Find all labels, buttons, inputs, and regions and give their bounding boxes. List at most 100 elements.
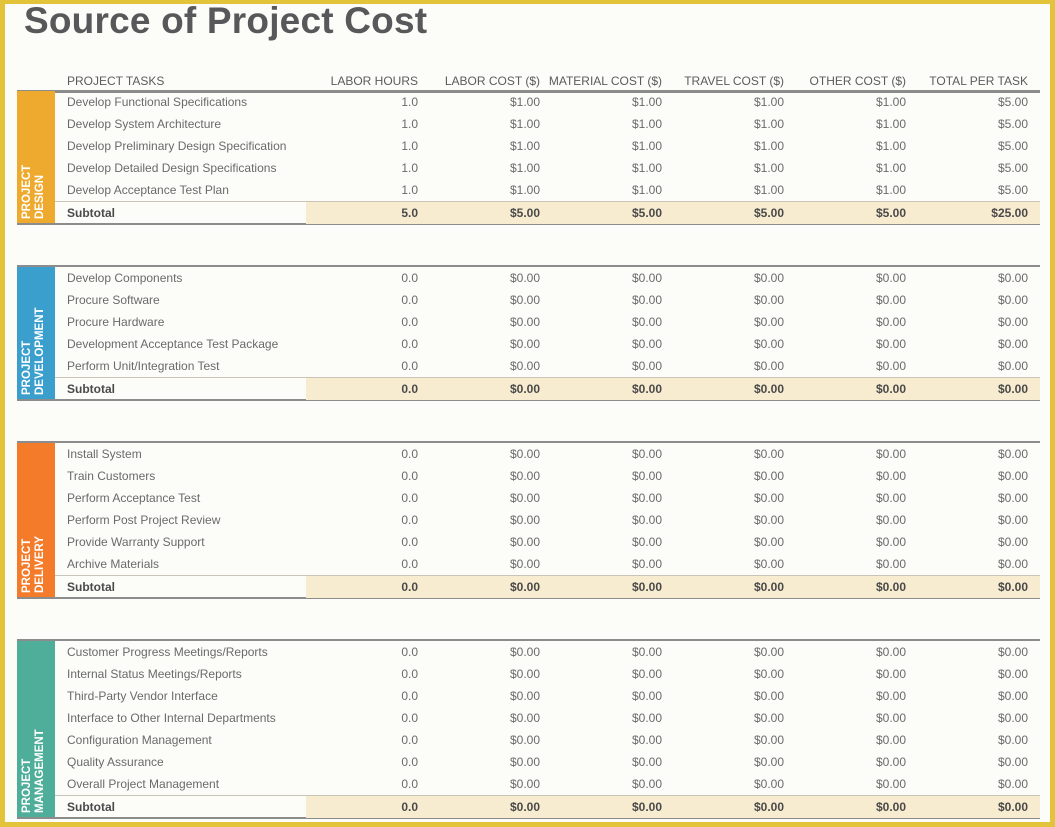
cell-labor-hours[interactable]: 0.0: [401, 711, 418, 725]
cell-labor-cost[interactable]: $0.00: [510, 645, 540, 659]
table-row[interactable]: Procure Hardware 0.0 $0.00 $0.00 $0.00 $0.00 $…: [55, 311, 1040, 333]
cell-labor-hours[interactable]: 0.0: [401, 491, 418, 505]
cell-travel-cost[interactable]: $0.00: [754, 447, 784, 461]
cell-total[interactable]: $0.00: [998, 271, 1028, 285]
cell-labor-hours[interactable]: 0.0: [401, 337, 418, 351]
cell-travel-cost[interactable]: $0.00: [754, 755, 784, 769]
cell-material-cost[interactable]: $1.00: [632, 139, 662, 153]
cell-other-cost[interactable]: $0.00: [876, 469, 906, 483]
cell-labor-hours[interactable]: 1.0: [401, 117, 418, 131]
task-name[interactable]: Configuration Management: [67, 733, 212, 747]
cell-total[interactable]: $0.00: [998, 777, 1028, 791]
cell-travel-cost[interactable]: $0.00: [754, 315, 784, 329]
cell-other-cost[interactable]: $0.00: [876, 557, 906, 571]
table-row[interactable]: Develop Functional Specifications 1.0 $1.0…: [55, 91, 1040, 113]
cell-travel-cost[interactable]: $0.00: [754, 535, 784, 549]
cell-travel-cost[interactable]: $1.00: [754, 161, 784, 175]
cell-labor-hours[interactable]: 1.0: [401, 139, 418, 153]
cell-total[interactable]: $0.00: [998, 337, 1028, 351]
table-row[interactable]: Configuration Management 0.0 $0.00 $0.00 $0.…: [55, 729, 1040, 751]
cell-other-cost[interactable]: $0.00: [876, 337, 906, 351]
cell-material-cost[interactable]: $0.00: [632, 645, 662, 659]
cell-total[interactable]: $0.00: [998, 667, 1028, 681]
table-row[interactable]: Archive Materials 0.0 $0.00 $0.00 $0.00 $0.00…: [55, 553, 1040, 575]
cell-material-cost[interactable]: $0.00: [632, 535, 662, 549]
task-name[interactable]: Development Acceptance Test Package: [67, 337, 278, 351]
cell-total[interactable]: $0.00: [998, 557, 1028, 571]
cell-other-cost[interactable]: $0.00: [876, 271, 906, 285]
table-row[interactable]: Train Customers 0.0 $0.00 $0.00 $0.00 $0.00 $0…: [55, 465, 1040, 487]
task-name[interactable]: Develop Detailed Design Specifications: [67, 161, 276, 175]
cell-labor-hours[interactable]: 0.0: [401, 513, 418, 527]
cell-material-cost[interactable]: $0.00: [632, 315, 662, 329]
table-row[interactable]: Develop Components 0.0 $0.00 $0.00 $0.00 $0.0…: [55, 267, 1040, 289]
cell-labor-hours[interactable]: 0.0: [401, 667, 418, 681]
cell-other-cost[interactable]: $0.00: [876, 315, 906, 329]
cell-travel-cost[interactable]: $0.00: [754, 293, 784, 307]
cell-material-cost[interactable]: $1.00: [632, 161, 662, 175]
table-row[interactable]: Development Acceptance Test Package 0.0 $0…: [55, 333, 1040, 355]
cell-labor-cost[interactable]: $0.00: [510, 491, 540, 505]
task-name[interactable]: Quality Assurance: [67, 755, 164, 769]
cell-labor-cost[interactable]: $0.00: [510, 513, 540, 527]
cell-labor-cost[interactable]: $0.00: [510, 337, 540, 351]
table-row[interactable]: Overall Project Management 0.0 $0.00 $0.00 $…: [55, 773, 1040, 795]
cell-labor-hours[interactable]: 0.0: [401, 447, 418, 461]
cell-other-cost[interactable]: $0.00: [876, 711, 906, 725]
cell-labor-hours[interactable]: 0.0: [401, 733, 418, 747]
table-row[interactable]: Develop Detailed Design Specifications 1.…: [55, 157, 1040, 179]
cell-travel-cost[interactable]: $0.00: [754, 469, 784, 483]
cell-labor-cost[interactable]: $0.00: [510, 315, 540, 329]
cell-labor-cost[interactable]: $0.00: [510, 755, 540, 769]
task-name[interactable]: Procure Hardware: [67, 315, 164, 329]
cell-material-cost[interactable]: $0.00: [632, 755, 662, 769]
cell-material-cost[interactable]: $0.00: [632, 337, 662, 351]
cell-other-cost[interactable]: $1.00: [876, 161, 906, 175]
cell-total[interactable]: $0.00: [998, 513, 1028, 527]
cell-total[interactable]: $0.00: [998, 711, 1028, 725]
cell-other-cost[interactable]: $0.00: [876, 733, 906, 747]
cell-labor-cost[interactable]: $0.00: [510, 293, 540, 307]
cell-labor-cost[interactable]: $1.00: [510, 95, 540, 109]
cell-labor-cost[interactable]: $0.00: [510, 557, 540, 571]
cell-labor-hours[interactable]: 0.0: [401, 755, 418, 769]
cell-labor-hours[interactable]: 0.0: [401, 645, 418, 659]
cell-total[interactable]: $0.00: [998, 733, 1028, 747]
cell-total[interactable]: $0.00: [998, 645, 1028, 659]
cell-labor-cost[interactable]: $0.00: [510, 777, 540, 791]
table-row[interactable]: Develop Preliminary Design Specification…: [55, 135, 1040, 157]
cell-material-cost[interactable]: $0.00: [632, 513, 662, 527]
cell-total[interactable]: $0.00: [998, 359, 1028, 373]
cell-labor-cost[interactable]: $0.00: [510, 535, 540, 549]
cell-other-cost[interactable]: $0.00: [876, 667, 906, 681]
cell-travel-cost[interactable]: $1.00: [754, 139, 784, 153]
cell-labor-cost[interactable]: $0.00: [510, 711, 540, 725]
task-name[interactable]: Perform Unit/Integration Test: [67, 359, 220, 373]
cell-labor-cost[interactable]: $1.00: [510, 161, 540, 175]
cell-labor-cost[interactable]: $0.00: [510, 469, 540, 483]
task-name[interactable]: Third-Party Vendor Interface: [67, 689, 218, 703]
cell-labor-cost[interactable]: $0.00: [510, 271, 540, 285]
cell-labor-hours[interactable]: 0.0: [401, 293, 418, 307]
cell-material-cost[interactable]: $0.00: [632, 733, 662, 747]
cell-material-cost[interactable]: $0.00: [632, 711, 662, 725]
table-row[interactable]: Perform Unit/Integration Test 0.0 $0.00 $0.…: [55, 355, 1040, 377]
task-name[interactable]: Interface to Other Internal Departments: [67, 711, 276, 725]
cell-travel-cost[interactable]: $1.00: [754, 183, 784, 197]
cell-travel-cost[interactable]: $0.00: [754, 359, 784, 373]
cell-labor-cost[interactable]: $0.00: [510, 667, 540, 681]
cell-travel-cost[interactable]: $0.00: [754, 271, 784, 285]
cell-material-cost[interactable]: $0.00: [632, 447, 662, 461]
table-row[interactable]: Procure Software 0.0 $0.00 $0.00 $0.00 $0.00 $…: [55, 289, 1040, 311]
cell-labor-cost[interactable]: $0.00: [510, 689, 540, 703]
cell-material-cost[interactable]: $0.00: [632, 359, 662, 373]
cell-total[interactable]: $0.00: [998, 315, 1028, 329]
task-name[interactable]: Perform Acceptance Test: [67, 491, 200, 505]
table-row[interactable]: Interface to Other Internal Departments 0…: [55, 707, 1040, 729]
cell-other-cost[interactable]: $0.00: [876, 777, 906, 791]
cell-other-cost[interactable]: $0.00: [876, 645, 906, 659]
cell-material-cost[interactable]: $1.00: [632, 95, 662, 109]
cell-labor-hours[interactable]: 0.0: [401, 535, 418, 549]
cell-material-cost[interactable]: $0.00: [632, 469, 662, 483]
cell-labor-cost[interactable]: $0.00: [510, 733, 540, 747]
